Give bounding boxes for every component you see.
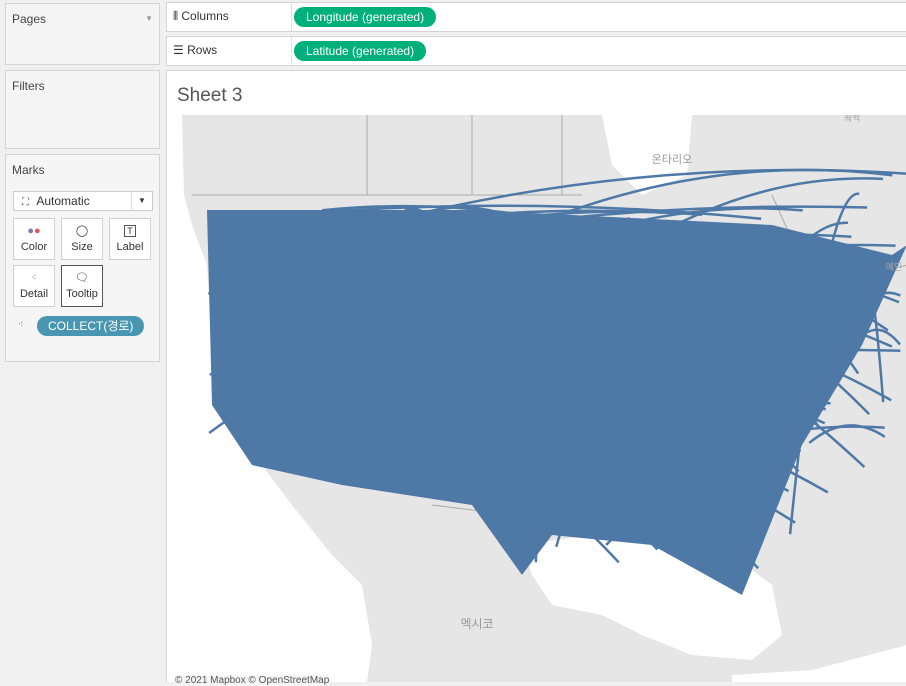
map-icon: ⛶ xyxy=(22,197,29,208)
map-label-mexico: 멕시코 xyxy=(460,617,493,631)
detail-button[interactable]: ⁖ Detail xyxy=(13,265,55,307)
color-icon: ●● xyxy=(27,225,41,237)
detail-icon: ⁖ xyxy=(18,319,24,329)
rows-label: Rows xyxy=(187,43,218,57)
map-label-maine: 메인 xyxy=(886,262,903,272)
collect-route-pill[interactable]: COLLECT(경로) xyxy=(37,316,145,336)
marks-title: Marks xyxy=(12,163,45,177)
pages-collapse-icon[interactable]: ▼ xyxy=(145,14,153,23)
mark-type-label: Automatic xyxy=(36,194,90,208)
tooltip-button[interactable]: 🗨 Tooltip xyxy=(61,265,103,307)
longitude-pill[interactable]: Longitude (generated) xyxy=(294,7,437,27)
columns-shelf[interactable]: ⫴ Columns Longitude (generated) xyxy=(166,2,906,32)
sheet-view: Sheet 3 온타리오 퀘벡 메인 멕시코 © 2021 Mapbox © O… xyxy=(166,70,906,686)
color-button[interactable]: ●● Color xyxy=(13,218,55,260)
rows-icon: ☰ xyxy=(173,43,184,57)
size-button[interactable]: ◯ Size xyxy=(61,218,103,260)
columns-label: Columns xyxy=(181,9,229,23)
marks-card: Marks ⛶ Automatic ▼ ●● Color ◯ Size T Label… xyxy=(5,154,160,362)
label-icon: T xyxy=(110,219,150,241)
color-label: Color xyxy=(20,241,48,253)
tooltip-label: Tooltip xyxy=(66,288,98,300)
label-label: Label xyxy=(116,241,144,253)
map-label-quebec: 퀘벡 xyxy=(844,115,861,123)
tooltip-icon: 🗨 xyxy=(75,272,89,284)
map[interactable]: 온타리오 퀘벡 메인 멕시코 xyxy=(172,115,906,682)
filters-card[interactable]: Filters xyxy=(5,70,160,149)
rows-shelf[interactable]: ☰ Rows Latitude (generated) xyxy=(166,36,906,66)
filters-title: Filters xyxy=(12,79,45,93)
pages-card[interactable]: Pages ▼ xyxy=(5,3,160,65)
map-label-ontario: 온타리오 xyxy=(652,153,692,166)
detail-label: Detail xyxy=(19,288,49,300)
size-label: Size xyxy=(71,241,93,253)
latitude-pill[interactable]: Latitude (generated) xyxy=(294,41,427,61)
columns-icon: ⫴ xyxy=(173,9,179,23)
detail-icon: ⁖ xyxy=(31,273,37,282)
mark-type-dropdown[interactable]: ⛶ Automatic ▼ xyxy=(13,191,153,211)
label-button[interactable]: T Label xyxy=(109,218,151,260)
chevron-down-icon[interactable]: ▼ xyxy=(131,192,152,210)
size-icon: ◯ xyxy=(75,225,89,237)
sheet-title: Sheet 3 xyxy=(177,85,243,106)
pages-title: Pages xyxy=(12,12,47,26)
